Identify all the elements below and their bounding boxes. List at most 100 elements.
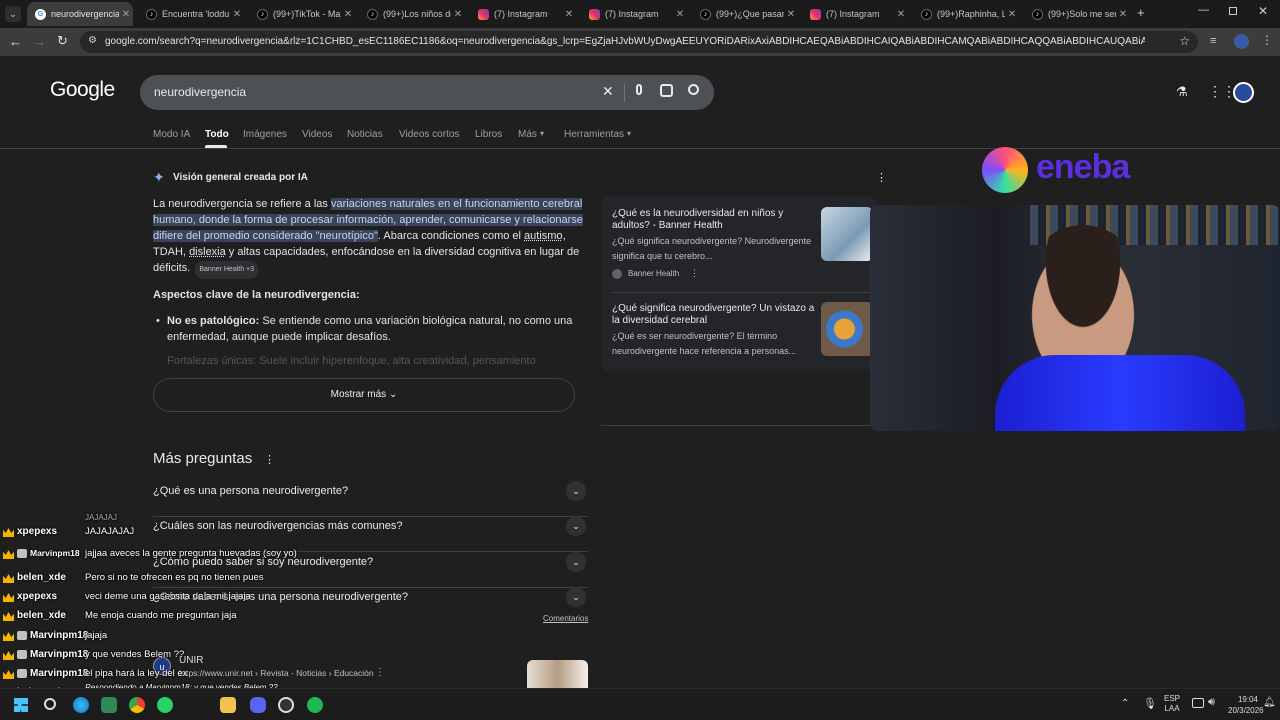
close-tab-icon[interactable]: ✕ <box>341 9 355 20</box>
tray-chevron-icon[interactable]: ⌃ <box>1121 698 1129 709</box>
tab-6[interactable]: (7) Instagram ✕ <box>581 2 687 26</box>
dislexia-link[interactable]: dislexia <box>189 246 226 258</box>
close-tab-icon[interactable]: ✕ <box>673 9 687 20</box>
site-info-icon[interactable]: ⚙ <box>88 35 97 46</box>
search-input[interactable]: neurodivergencia <box>154 85 246 99</box>
search-tab-imágenes[interactable]: Imágenes <box>243 129 287 140</box>
tab-title: Encuentra 'loddu <box>162 9 230 19</box>
close-tab-icon[interactable]: ✕ <box>562 9 576 20</box>
close-tab-icon[interactable]: ✕ <box>784 9 798 20</box>
chevron-down-icon[interactable]: ⌄ <box>566 516 586 536</box>
discord-icon[interactable] <box>250 697 266 713</box>
windows-start-icon[interactable] <box>14 698 28 712</box>
lens-icon[interactable] <box>660 84 673 97</box>
tab-title: (99+)TikTok - Ma <box>273 9 341 19</box>
search-tab-más[interactable]: Más <box>518 129 537 140</box>
microphone-tray-icon[interactable]: 🎙︎ <box>1143 697 1157 710</box>
chrome-icon[interactable] <box>129 697 145 713</box>
chat-username: xpepexs <box>17 526 58 537</box>
close-tab-icon[interactable]: ✕ <box>451 9 465 20</box>
reload-icon[interactable]: ↻ <box>57 33 68 49</box>
maximize-button[interactable] <box>1229 7 1237 15</box>
search-tab-todo[interactable]: Todo <box>205 129 229 140</box>
result-thumbnail[interactable] <box>527 660 588 688</box>
search-tab-noticias[interactable]: Noticias <box>347 129 383 140</box>
source-card-1-title[interactable]: ¿Qué es la neurodiversidad en niños y ad… <box>612 208 817 232</box>
tab-10[interactable]: ♪ (99+)Solo me sen ✕ <box>1024 2 1130 26</box>
card-menu-icon[interactable]: ⋮ <box>690 268 699 279</box>
apps-grid-icon[interactable]: ⋮⋮ <box>1208 83 1236 100</box>
search-icon[interactable] <box>688 84 699 95</box>
clear-icon[interactable]: ✕ <box>602 83 614 100</box>
chevron-down-icon[interactable]: ⌄ <box>566 587 586 607</box>
source-card-2-title[interactable]: ¿Qué significa neurodivergente? Un vista… <box>612 303 817 327</box>
new-tab-button[interactable]: + <box>1137 5 1145 20</box>
webcam-shirt <box>995 355 1245 431</box>
search-box[interactable]: neurodivergencia ✕ <box>140 75 714 110</box>
tab-9[interactable]: ♪ (99+)Raphinha, La ✕ <box>913 2 1019 26</box>
tab-5[interactable]: (7) Instagram ✕ <box>470 2 576 26</box>
microphone-icon[interactable] <box>636 84 642 95</box>
address-bar[interactable]: ⚙ google.com/search?q=neurodivergencia&r… <box>80 31 1198 53</box>
chevron-down-icon[interactable]: ⌄ <box>566 481 586 501</box>
chat-message: JAJAJAJ <box>85 513 118 522</box>
tab-title: (7) Instagram <box>605 9 659 19</box>
close-tab-icon[interactable]: ✕ <box>230 9 244 20</box>
obs-icon[interactable] <box>278 697 294 713</box>
tab-title: neurodivergencia <box>51 9 119 19</box>
comments-link[interactable]: Comentarios <box>543 614 588 623</box>
spotify-icon[interactable] <box>307 697 323 713</box>
labs-flask-icon[interactable]: ⚗ <box>1176 84 1188 100</box>
search-tab-libros[interactable]: Libros <box>475 129 502 140</box>
close-tab-icon[interactable]: ✕ <box>1116 9 1130 20</box>
file-explorer-icon[interactable] <box>220 697 236 713</box>
edge-icon[interactable] <box>73 697 89 713</box>
tab-7[interactable]: ♪ (99+)¿Que pasaría✕ <box>692 2 798 26</box>
more-questions-menu-icon[interactable]: ⋮ <box>264 453 275 466</box>
clock[interactable]: 19:04 20/3/2026 <box>1228 694 1264 716</box>
tab-4[interactable]: ♪ (99+)Los niños de ✕ <box>359 2 465 26</box>
ai-overview-menu-icon[interactable]: ⋮ <box>876 171 887 184</box>
source-card-1-thumbnail[interactable] <box>821 207 873 261</box>
bookmark-star-icon[interactable]: ☆ <box>1179 34 1190 48</box>
language-indicator[interactable]: ESP LAA <box>1164 694 1180 714</box>
search-tab-herramientas[interactable]: Herramientas <box>564 129 624 140</box>
chat-message: jajaja <box>85 630 108 641</box>
whatsapp-icon[interactable] <box>157 697 173 713</box>
search-tab-videos[interactable]: Videos <box>302 129 332 140</box>
tab-8[interactable]: (7) Instagram ✕ <box>802 2 908 26</box>
chevron-down-icon[interactable]: ⌄ <box>566 552 586 572</box>
profile-avatar[interactable] <box>1234 34 1249 49</box>
app-icon[interactable] <box>101 697 117 713</box>
tab-search-button[interactable]: ⌄ <box>5 6 21 22</box>
close-window-button[interactable]: ✕ <box>1258 4 1268 18</box>
close-tab-icon[interactable]: ✕ <box>119 9 133 20</box>
ai-overview-bullet: • No es patológico: Se entiende como una … <box>156 315 573 343</box>
account-avatar[interactable] <box>1233 82 1254 103</box>
search-icon[interactable] <box>44 698 56 710</box>
tab-2[interactable]: ♪ Encuentra 'loddu ✕ <box>138 2 244 26</box>
tiktok-icon: ♪ <box>921 8 932 20</box>
minimize-button[interactable]: — <box>1198 4 1209 16</box>
autismo-link[interactable]: autismo <box>524 230 563 242</box>
media-icon[interactable]: ≡ <box>1210 35 1216 47</box>
close-tab-icon[interactable]: ✕ <box>1005 9 1019 20</box>
webcam-overlay <box>870 205 1280 431</box>
back-arrow-icon[interactable]: ← <box>9 34 22 49</box>
close-tab-icon[interactable]: ✕ <box>894 9 908 20</box>
notification-bell-icon[interactable]: 🔔︎ <box>1263 697 1276 708</box>
forward-arrow-icon[interactable]: → <box>33 34 46 49</box>
volume-icon[interactable]: 🔊︎ <box>1208 696 1215 709</box>
card-separator <box>612 292 872 293</box>
tab-1[interactable]: Gneurodivergencia ✕ <box>27 2 133 26</box>
source-card-2-thumbnail[interactable] <box>821 302 873 356</box>
search-tab-videos-cortos[interactable]: Videos cortos <box>399 129 459 140</box>
google-logo[interactable]: Google <box>50 78 115 102</box>
menu-dots-icon[interactable]: ⋮ <box>1261 33 1273 47</box>
tab-3[interactable]: ♪ (99+)TikTok - Ma ✕ <box>249 2 355 26</box>
tiktok-icon: ♪ <box>146 8 157 20</box>
network-icon[interactable] <box>1192 698 1204 708</box>
source-chip[interactable]: Banner Health +3 <box>195 261 259 279</box>
show-more-button[interactable]: Mostrar más ⌄ <box>153 378 575 412</box>
search-tab-modo-ia[interactable]: Modo IA <box>153 129 190 140</box>
